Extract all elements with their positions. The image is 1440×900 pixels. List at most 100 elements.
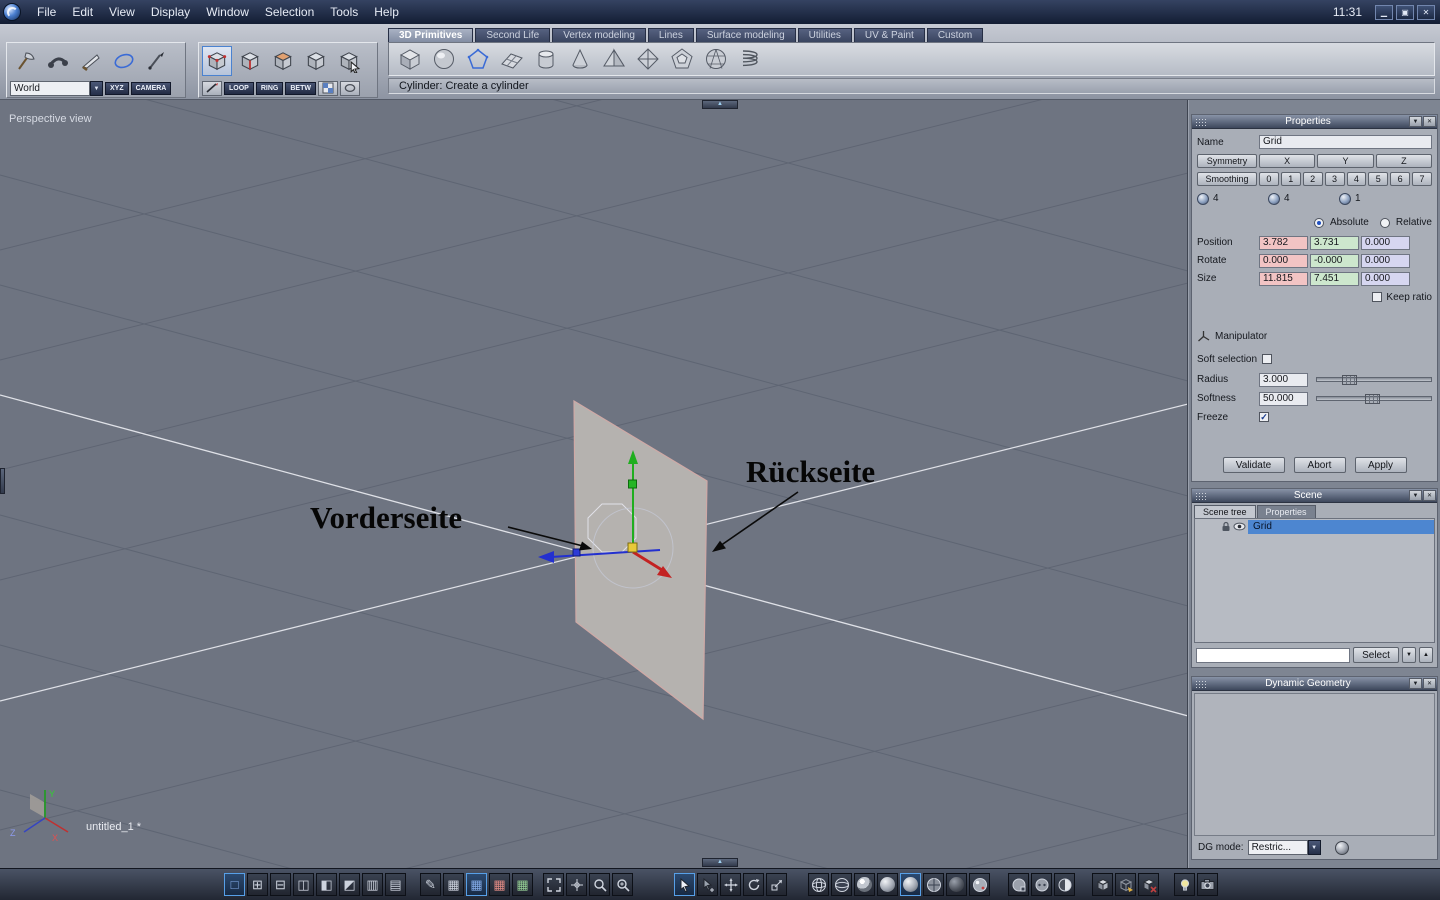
select-faces-mode-button[interactable] xyxy=(268,46,298,76)
primitive-sphere-icon[interactable] xyxy=(429,44,459,74)
shading-wireframe-button[interactable] xyxy=(808,873,829,896)
grid-red-button[interactable]: ▦ xyxy=(489,873,510,896)
close-button[interactable]: ✕ xyxy=(1417,4,1435,20)
menu-selection[interactable]: Selection xyxy=(257,5,322,19)
menu-window[interactable]: Window xyxy=(198,5,257,19)
tab-surface-modeling[interactable]: Surface modeling xyxy=(695,28,796,42)
abort-button[interactable]: Abort xyxy=(1293,457,1346,473)
properties-menu-icon[interactable]: ▼ xyxy=(1409,116,1422,127)
layout-top-pane-button[interactable]: ◩ xyxy=(339,873,360,896)
circle-select-icon[interactable] xyxy=(339,80,360,96)
grid-plain-button[interactable]: ▦ xyxy=(443,873,464,896)
knife-tool-icon[interactable] xyxy=(76,46,106,76)
zoom-region-button[interactable] xyxy=(612,873,633,896)
shading-material-button[interactable] xyxy=(969,873,990,896)
scene-panel-header[interactable]: Scene ▼ ✕ xyxy=(1192,489,1437,503)
dg-mode-dropdown[interactable]: Restric... ▼ xyxy=(1247,840,1321,855)
scene-prev-icon[interactable]: ▼ xyxy=(1402,647,1416,663)
menu-display[interactable]: Display xyxy=(143,5,198,19)
phone-tool-icon[interactable] xyxy=(43,46,73,76)
layout-columns-button[interactable]: ▥ xyxy=(362,873,383,896)
lod-sphere-icon[interactable] xyxy=(1339,192,1351,205)
ring-button[interactable]: RING xyxy=(255,81,284,95)
dg-menu-icon[interactable]: ▼ xyxy=(1409,678,1422,689)
viewport-canvas[interactable]: Vorderseite Rückseite Y X Z untitled_1 * xyxy=(0,100,1188,868)
smoothing-4-button[interactable]: 4 xyxy=(1346,171,1367,186)
softness-slider-handle[interactable] xyxy=(1364,394,1380,404)
subd-off-button[interactable] xyxy=(1008,873,1029,896)
smoothing-2-button[interactable]: 2 xyxy=(1302,171,1323,186)
radius-field[interactable]: 3.000 xyxy=(1259,372,1308,387)
maximize-button[interactable]: ▣ xyxy=(1396,4,1414,20)
grid-blue-button[interactable]: ▦ xyxy=(466,873,487,896)
scale-tool-button[interactable] xyxy=(766,873,787,896)
primitive-geosphere-icon[interactable] xyxy=(701,44,731,74)
tab-second-life[interactable]: Second Life xyxy=(475,28,551,42)
symmetry-z-button[interactable]: Z xyxy=(1375,153,1432,168)
size-y-field[interactable]: 7.451 xyxy=(1310,271,1359,286)
validate-button[interactable]: Validate xyxy=(1222,457,1285,473)
shading-dark-button[interactable] xyxy=(946,873,967,896)
menu-help[interactable]: Help xyxy=(366,5,407,19)
edit-grid-pencil-button[interactable]: ✎ xyxy=(420,873,441,896)
smoothing-1-button[interactable]: 1 xyxy=(1280,171,1301,186)
primitive-facet-icon[interactable] xyxy=(463,44,493,74)
tab-scene-tree[interactable]: Scene tree xyxy=(1194,505,1256,518)
primitive-pyramid-icon[interactable] xyxy=(599,44,629,74)
absolute-radio[interactable] xyxy=(1313,217,1324,228)
keep-ratio-checkbox[interactable] xyxy=(1372,292,1383,302)
loop-button[interactable]: LOOP xyxy=(224,81,254,95)
select-object-mode-button[interactable] xyxy=(301,46,331,76)
move-tool-button[interactable] xyxy=(720,873,741,896)
primitive-dodecahedron-icon[interactable] xyxy=(667,44,697,74)
select-edges-mode-button[interactable] xyxy=(235,46,265,76)
softness-field[interactable]: 50.000 xyxy=(1259,391,1308,406)
primitive-octahedron-icon[interactable] xyxy=(633,44,663,74)
show-object-button[interactable] xyxy=(1092,873,1113,896)
shading-textured-button[interactable] xyxy=(923,873,944,896)
shading-smooth-button[interactable] xyxy=(900,873,921,896)
smoothing-6-button[interactable]: 6 xyxy=(1390,171,1411,186)
dg-mode-dropdown-arrow-icon[interactable]: ▼ xyxy=(1307,840,1321,855)
name-field[interactable]: Grid xyxy=(1259,135,1432,149)
xyz-button[interactable]: XYZ xyxy=(105,81,129,95)
tab-lines[interactable]: Lines xyxy=(647,28,694,42)
render-camera-button[interactable] xyxy=(1197,873,1218,896)
layout-single-view-button[interactable]: □ xyxy=(224,873,245,896)
betw-button[interactable]: BETW xyxy=(285,81,316,95)
menu-tools[interactable]: Tools xyxy=(322,5,366,19)
primitive-helix-icon[interactable] xyxy=(735,44,765,74)
primitive-cylinder-icon[interactable] xyxy=(531,44,561,74)
pattern-select-icon[interactable] xyxy=(317,80,338,96)
select-points-mode-button[interactable] xyxy=(202,46,232,76)
scene-tree[interactable]: Grid xyxy=(1194,518,1435,643)
layout-rows-button[interactable]: ▤ xyxy=(385,873,406,896)
soft-selection-checkbox[interactable] xyxy=(1262,354,1273,364)
select-auto-mode-button[interactable] xyxy=(334,46,364,76)
relative-radio[interactable] xyxy=(1379,217,1390,228)
softness-slider[interactable] xyxy=(1316,394,1432,404)
camera-button[interactable]: CAMERA xyxy=(130,81,172,95)
light-button[interactable] xyxy=(1174,873,1195,896)
smoothing-7-button[interactable]: 7 xyxy=(1412,171,1432,186)
tab-3d-primitives[interactable]: 3D Primitives xyxy=(388,28,474,42)
center-view-button[interactable] xyxy=(566,873,587,896)
app-logo-icon[interactable] xyxy=(3,3,21,21)
isolate-object-button[interactable] xyxy=(1138,873,1159,896)
scene-item-grid[interactable]: Grid xyxy=(1248,519,1434,534)
symmetry-x-button[interactable]: X xyxy=(1259,153,1316,168)
tab-utilities[interactable]: Utilities xyxy=(797,28,852,42)
position-z-field[interactable]: 0.000 xyxy=(1361,235,1410,250)
tab-uv-paint[interactable]: UV & Paint xyxy=(853,28,925,42)
properties-panel-header[interactable]: Properties ▼ ✕ xyxy=(1192,115,1437,129)
pen-tool-icon[interactable] xyxy=(142,46,172,76)
smoothing-button[interactable]: Smoothing xyxy=(1197,171,1257,186)
subd-low-button[interactable] xyxy=(1031,873,1052,896)
layout-quad-view-button[interactable]: ⊞ xyxy=(247,873,268,896)
position-x-field[interactable]: 3.782 xyxy=(1259,235,1308,250)
shading-flat-button[interactable] xyxy=(854,873,875,896)
minimize-button[interactable]: ▁ xyxy=(1375,4,1393,20)
primitive-cone-icon[interactable] xyxy=(565,44,595,74)
select-tool-button[interactable] xyxy=(674,873,695,896)
position-y-field[interactable]: 3.731 xyxy=(1310,235,1359,250)
